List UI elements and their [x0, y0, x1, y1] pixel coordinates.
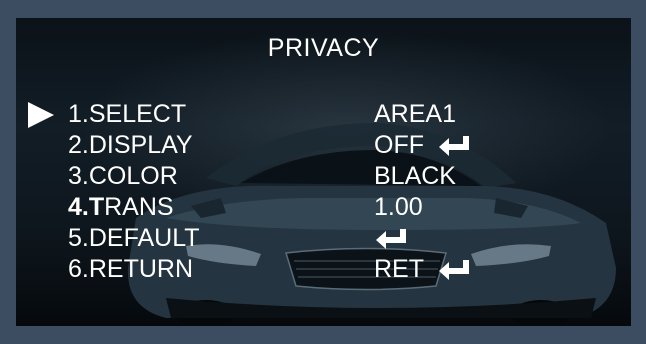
menu-title: PRIVACY — [267, 34, 380, 62]
menu-item-value: AREA1 — [374, 100, 456, 128]
menu-item-label: RANS — [104, 193, 174, 221]
menu-item-trans[interactable]: 4.TRANS 1.00 — [16, 193, 631, 224]
menu-item-select[interactable]: 1.SELECT AREA1 — [16, 100, 631, 131]
menu-item-return[interactable]: 6.RETURN RET — [16, 255, 631, 286]
menu-item-number: 2. — [68, 131, 89, 159]
enter-return-arrow-icon — [438, 260, 469, 281]
menu-item-default[interactable]: 5.DEFAULT — [16, 224, 631, 255]
menu-item-value: OFF — [374, 131, 424, 159]
menu-item-label: SELECT — [88, 100, 187, 128]
menu-item-label: DEFAULT — [88, 224, 200, 252]
menu-item-value: RET — [374, 255, 424, 283]
menu-item-number: 4.T — [68, 193, 105, 221]
menu-item-label: RETURN — [88, 255, 194, 283]
menu-item-value: BLACK — [374, 162, 456, 190]
osd-screen: PRIVACY 1.SELECT AREA1 2.DISPLAY OFF 3.C… — [16, 18, 631, 326]
menu-item-color[interactable]: 3.COLOR BLACK — [16, 162, 631, 193]
menu-item-number: 6. — [68, 255, 89, 283]
enter-return-arrow-icon — [376, 229, 406, 250]
menu-item-number: 3. — [68, 162, 89, 190]
menu-item-display[interactable]: 2.DISPLAY OFF — [16, 131, 631, 162]
menu-item-number: 5. — [68, 224, 89, 252]
menu-item-number: 1. — [68, 100, 89, 128]
enter-return-arrow-icon — [438, 136, 469, 157]
menu-item-value: 1.00 — [374, 193, 423, 221]
right-triangle-cursor-icon — [28, 102, 54, 128]
menu-item-label: COLOR — [88, 162, 178, 190]
menu-item-label: DISPLAY — [88, 131, 193, 159]
monitor-frame: PRIVACY 1.SELECT AREA1 2.DISPLAY OFF 3.C… — [0, 0, 646, 344]
